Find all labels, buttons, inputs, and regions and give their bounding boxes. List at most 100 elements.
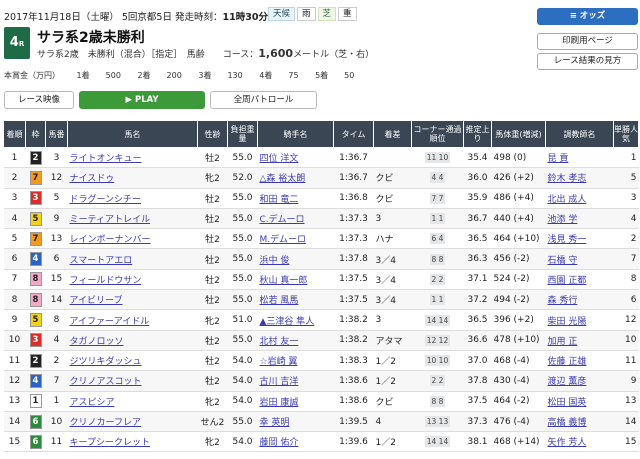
results-header-row: 着順 枠 馬番 馬名 性齢 負担重量 騎手名 タイム 着差 コーナー通過順位 推… xyxy=(3,120,639,148)
jockey-link[interactable]: M.デムーロ xyxy=(260,235,306,245)
sex-age-value: 牝2 xyxy=(205,174,220,185)
trainer-link[interactable]: 松田 国英 xyxy=(548,398,587,408)
cell-weight-carried: 55.0 xyxy=(227,289,258,311)
waku-badge: 7 xyxy=(29,231,42,246)
cell-body-weight: 464 (+10) xyxy=(491,228,546,250)
jockey-link[interactable]: 秋山 真一郎 xyxy=(260,276,308,286)
jockey-link[interactable]: 幸 英明 xyxy=(260,418,290,428)
prize-1st: 1着 500 xyxy=(76,71,121,80)
cell-body-weight: 476 (-4) xyxy=(491,411,546,433)
horse-name-link[interactable]: アイファーアイドル xyxy=(70,317,150,327)
horse-name-link[interactable]: クリノカーフレア xyxy=(70,418,141,428)
horse-name-link[interactable]: ナイスドゥ xyxy=(70,174,115,184)
trainer-link[interactable]: 西園 正都 xyxy=(548,276,587,286)
trainer-link[interactable]: 矢作 芳人 xyxy=(548,438,587,448)
margin-value: クビ xyxy=(375,397,394,408)
horse-name-link[interactable]: キープシークレット xyxy=(70,438,150,448)
sex-age-value: 牝2 xyxy=(205,316,220,327)
trainer-link[interactable]: 北出 成人 xyxy=(548,195,587,205)
cell-waku: 5 xyxy=(25,309,46,331)
cell-sex-age: 牝2 xyxy=(197,391,228,412)
popularity-value: 3 xyxy=(630,193,637,204)
trainer-link[interactable]: 佐藤 正雄 xyxy=(548,357,587,367)
table-row: 11 2 2 ジツリキダッシュ 牡2 54.0 ☆岩崎 翼 1:38.3 1／2 10 10 37.… xyxy=(3,350,639,372)
prize-5th: 5着 50 xyxy=(315,71,355,80)
horse-name-link[interactable]: フィールドウサン xyxy=(70,276,142,286)
corner-positions: 4 4 xyxy=(429,172,446,184)
cell-weight-carried: 55.0 xyxy=(227,147,258,169)
body-weight-value: 426 (+2) xyxy=(493,172,534,183)
body-weight-value: 464 (-2) xyxy=(493,396,530,407)
last-3f-value: 37.1 xyxy=(467,274,488,285)
race-video-button[interactable]: レース映像 xyxy=(4,91,74,109)
body-weight-value: 468 (+14) xyxy=(493,436,540,447)
rank-value: 4 xyxy=(11,213,18,224)
cell-last-3f: 36.5 xyxy=(463,309,492,331)
jockey-link[interactable]: 四位 洋文 xyxy=(260,154,299,164)
horse-name-link[interactable]: ドラグーンシチー xyxy=(70,195,142,205)
how-to-read-results-button[interactable]: レース結果の見方 xyxy=(537,53,638,70)
rank-value: 6 xyxy=(11,254,18,265)
rank-value: 8 xyxy=(11,294,18,305)
col-horse-name: 馬名 xyxy=(67,120,198,148)
jockey-link[interactable]: 和田 竜二 xyxy=(260,195,299,205)
jockey-link[interactable]: 藤岡 佑介 xyxy=(260,438,299,448)
trainer-link[interactable]: 加用 正 xyxy=(548,337,578,347)
jockey-link[interactable]: 古川 吉洋 xyxy=(260,377,299,387)
trainer-link[interactable]: 渡辺 薫彦 xyxy=(548,377,587,387)
weight-carried-value: 55.0 xyxy=(232,335,253,346)
trainer-link[interactable]: 石橋 守 xyxy=(548,256,578,266)
patrol-video-button[interactable]: 全周パトロール xyxy=(210,91,317,109)
trainer-link[interactable]: 森 秀行 xyxy=(548,296,578,306)
cell-time: 1:36.7 xyxy=(333,167,374,189)
time-value: 1:36.7 xyxy=(339,152,368,163)
trainer-link[interactable]: 池添 学 xyxy=(548,215,578,225)
rank-value: 13 xyxy=(8,396,21,407)
horse-name-link[interactable]: レインボーナンバー xyxy=(70,235,151,245)
horse-name-link[interactable]: クリノアスコット xyxy=(70,377,142,387)
horse-name-link[interactable]: ジツリキダッシュ xyxy=(70,357,142,367)
jockey-link[interactable]: 松若 風馬 xyxy=(260,296,299,306)
trainer-link[interactable]: 高橋 義博 xyxy=(548,418,587,428)
jockey-link[interactable]: △森 裕太朗 xyxy=(260,174,306,184)
cell-body-weight: 498 (0) xyxy=(491,147,546,169)
horse-name-link[interactable]: スマートアエロ xyxy=(70,256,133,266)
cell-rank: 7 xyxy=(3,269,26,291)
print-page-button[interactable]: 印刷用ページ xyxy=(537,33,638,50)
cell-trainer: 高橋 義博 xyxy=(545,411,614,433)
odds-button[interactable]: ≡ オッズ xyxy=(537,8,638,25)
jockey-link[interactable]: 北村 友一 xyxy=(260,337,299,347)
horse-name-link[interactable]: アスピシア xyxy=(70,398,115,408)
col-margin: 着差 xyxy=(373,120,412,148)
popularity-value: 10 xyxy=(625,335,637,346)
cell-weight-carried: 54.0 xyxy=(227,350,258,372)
cell-corner: 1 1 xyxy=(411,289,464,311)
horse-number-value: 10 xyxy=(50,416,63,427)
rank-value: 14 xyxy=(8,416,21,427)
col-jockey: 騎手名 xyxy=(257,120,334,148)
cell-jockey: 松若 風馬 xyxy=(257,289,334,311)
trainer-link[interactable]: 昆 貢 xyxy=(548,154,569,164)
cell-time: 1:38.2 xyxy=(333,330,374,351)
trainer-link[interactable]: 柴田 光陽 xyxy=(548,317,587,327)
horse-name-link[interactable]: ライトオンキュー xyxy=(70,154,142,164)
cell-body-weight: 426 (+2) xyxy=(491,167,546,189)
weight-carried-value: 54.0 xyxy=(232,396,253,407)
trainer-link[interactable]: 鈴木 孝志 xyxy=(548,174,587,184)
horse-name-link[interactable]: タガノロッソ xyxy=(70,337,124,347)
jockey-link[interactable]: 浜中 俊 xyxy=(260,256,290,266)
cell-rank: 12 xyxy=(3,370,26,392)
trainer-link[interactable]: 浅見 秀一 xyxy=(548,235,587,245)
cell-weight-carried: 54.0 xyxy=(227,431,258,453)
horse-name-link[interactable]: ミーティアトレイル xyxy=(70,215,150,225)
jockey-link[interactable]: 岩田 康誠 xyxy=(260,398,299,408)
jockey-link[interactable]: ▲三津谷 隼人 xyxy=(260,317,315,327)
play-button[interactable]: ▶ PLAY xyxy=(79,91,205,109)
rank-value: 15 xyxy=(8,436,21,447)
cell-sex-age: 牝2 xyxy=(197,167,228,189)
horse-name-link[interactable]: アイビリーブ xyxy=(70,296,123,306)
cell-corner: 8 8 xyxy=(411,248,464,270)
jockey-link[interactable]: ☆岩崎 翼 xyxy=(260,357,298,367)
jockey-link[interactable]: C.デムーロ xyxy=(260,215,305,225)
cell-weight-carried: 55.0 xyxy=(227,248,258,270)
